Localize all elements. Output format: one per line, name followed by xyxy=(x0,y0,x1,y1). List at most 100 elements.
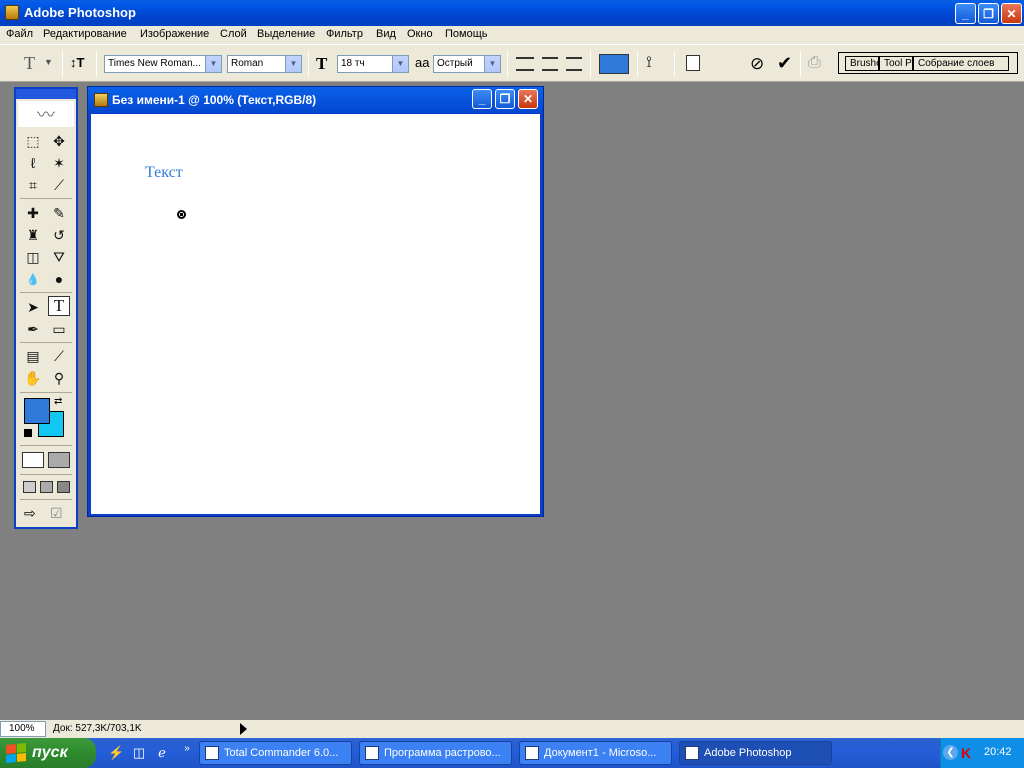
task-label: Программа растрово... xyxy=(384,747,501,759)
font-style-select[interactable]: Roman ▼ xyxy=(227,55,302,73)
slice-tool-icon[interactable]: ⟋ xyxy=(48,175,70,195)
brush-tool-icon[interactable]: ✎ xyxy=(48,203,70,223)
title-bar: Adobe Photoshop _ ❐ ✕ xyxy=(0,0,1024,26)
antialias-icon: aa xyxy=(415,55,430,70)
chevron-down-icon: ▼ xyxy=(285,56,301,72)
healing-brush-tool-icon[interactable]: ✚ xyxy=(22,203,44,223)
eraser-tool-icon[interactable]: ◫ xyxy=(22,247,44,267)
feather-logo-icon[interactable]: 〰 xyxy=(18,101,74,127)
crop-tool-icon[interactable]: ⌗ xyxy=(22,175,44,195)
menu-image[interactable]: Изображение xyxy=(140,28,209,40)
edit-in-imageready-icon[interactable]: ☑ xyxy=(50,505,63,522)
zoom-tool-icon[interactable]: ⚲ xyxy=(48,368,70,388)
type-tool-preset-icon[interactable]: T xyxy=(24,53,35,74)
task-total-commander[interactable]: Total Commander 6.0... xyxy=(199,741,352,765)
swap-colors-icon[interactable]: ⇄ xyxy=(54,396,62,407)
menu-view[interactable]: Вид xyxy=(376,28,396,40)
lasso-tool-icon[interactable]: ℓ xyxy=(22,153,44,173)
cancel-icon[interactable]: ⊘ xyxy=(750,54,764,74)
separator xyxy=(96,51,97,77)
warp-text-icon[interactable]: ⟟ xyxy=(646,54,652,72)
start-button[interactable]: пуск xyxy=(0,738,96,768)
paint-bucket-tool-icon[interactable]: ⛛ xyxy=(48,247,70,267)
document-icon[interactable] xyxy=(94,93,108,107)
hand-tool-icon[interactable]: ✋ xyxy=(22,368,44,388)
minimize-button[interactable]: _ xyxy=(955,3,976,24)
show-hidden-icons-icon[interactable]: ❮ xyxy=(943,745,958,760)
menu-file[interactable]: Файл xyxy=(6,28,33,40)
canvas-text-layer[interactable]: Текст xyxy=(145,164,183,182)
blur-tool-icon[interactable]: 💧 xyxy=(22,269,44,289)
palettes-icon[interactable] xyxy=(686,55,700,71)
full-screen-menu-mode-icon[interactable] xyxy=(40,481,53,493)
standard-screen-mode-icon[interactable] xyxy=(23,481,36,493)
zoom-level-field[interactable]: 100% xyxy=(0,721,46,737)
text-orientation-icon[interactable]: ↕T xyxy=(70,55,84,70)
palette-tab-layer-comps[interactable]: Собрание слоев xyxy=(913,56,1009,71)
quicklaunch-icon[interactable]: ⚡ xyxy=(108,745,124,761)
jump-to-imageready-icon[interactable]: ⇨ xyxy=(24,505,36,522)
pen-tool-icon[interactable]: ✒ xyxy=(22,319,44,339)
move-tool-icon[interactable]: ✥ xyxy=(48,131,70,151)
separator xyxy=(674,51,675,77)
doc-minimize-button[interactable]: _ xyxy=(472,89,492,109)
menu-layer[interactable]: Слой xyxy=(220,28,247,40)
separator xyxy=(507,51,508,77)
type-tool-icon[interactable]: T xyxy=(48,296,70,316)
full-screen-mode-icon[interactable] xyxy=(57,481,70,493)
task-label: Adobe Photoshop xyxy=(704,747,792,759)
foreground-color-swatch[interactable] xyxy=(24,398,50,424)
show-desktop-icon[interactable]: ◫ xyxy=(131,745,147,761)
document-title-bar[interactable]: Без имени-1 @ 100% (Текст,RGB/8) _ ❐ ✕ xyxy=(88,87,543,113)
standard-mode-icon[interactable] xyxy=(22,452,44,468)
doc-maximize-button[interactable]: ❐ xyxy=(495,89,515,109)
dodge-tool-icon[interactable]: ● xyxy=(48,269,70,289)
font-size-select[interactable]: 18 тч ▼ xyxy=(337,55,409,73)
toolbox-divider xyxy=(20,445,72,446)
notes-tool-icon[interactable]: ▤ xyxy=(22,346,44,366)
path-selection-tool-icon[interactable]: ➤ xyxy=(22,297,44,317)
internet-explorer-icon[interactable]: ℯ xyxy=(154,745,170,761)
antialias-select[interactable]: Острый ▼ xyxy=(433,55,501,73)
align-left-icon[interactable] xyxy=(516,57,534,71)
menu-window[interactable]: Окно xyxy=(407,28,433,40)
document-canvas[interactable]: Текст xyxy=(91,114,540,514)
palette-tab-tool-presets[interactable]: Tool Presets xyxy=(879,56,913,71)
clone-stamp-tool-icon[interactable]: ♜ xyxy=(22,225,44,245)
toolbox-divider xyxy=(20,499,72,500)
align-center-icon[interactable] xyxy=(542,57,558,71)
photoshop-app-icon[interactable] xyxy=(5,5,19,20)
status-menu-arrow-icon[interactable] xyxy=(240,723,247,735)
preset-dropdown-icon[interactable]: ▼ xyxy=(44,57,53,67)
text-color-swatch[interactable] xyxy=(599,54,629,74)
marquee-tool-icon[interactable]: ⬚ xyxy=(22,131,44,151)
quicklaunch-more-icon[interactable]: » xyxy=(179,741,195,757)
maximize-button[interactable]: ❐ xyxy=(978,3,999,24)
file-browser-icon[interactable]: ⎙ xyxy=(808,54,821,72)
close-button[interactable]: ✕ xyxy=(1001,3,1022,24)
quick-mask-mode-icon[interactable] xyxy=(48,452,70,468)
separator xyxy=(308,51,309,77)
doc-close-button[interactable]: ✕ xyxy=(518,89,538,109)
default-colors-icon[interactable] xyxy=(24,429,32,437)
taskbar: пуск ⚡ ◫ ℯ » Total Commander 6.0... Прог… xyxy=(0,738,1024,768)
palette-tab-brushes[interactable]: Brushes xyxy=(845,56,879,71)
menu-help[interactable]: Помощь xyxy=(445,28,488,40)
eyedropper-tool-icon[interactable]: ⟋ xyxy=(48,346,70,366)
commit-icon[interactable]: ✔ xyxy=(777,53,792,74)
task-adobe-photoshop[interactable]: Adobe Photoshop xyxy=(679,741,832,765)
task-raster-program[interactable]: Программа растрово... xyxy=(359,741,512,765)
magic-wand-tool-icon[interactable]: ✶ xyxy=(48,153,70,173)
menu-select[interactable]: Выделение xyxy=(257,28,315,40)
toolbox-header[interactable] xyxy=(16,89,76,99)
align-right-icon[interactable] xyxy=(566,57,582,71)
font-family-select[interactable]: Times New Roman... ▼ xyxy=(104,55,222,73)
task-word-document[interactable]: Документ1 - Microso... xyxy=(519,741,672,765)
menu-edit[interactable]: Редактирование xyxy=(43,28,127,40)
separator xyxy=(800,51,801,77)
menu-filter[interactable]: Фильтр xyxy=(326,28,363,40)
shape-tool-icon[interactable]: ▭ xyxy=(48,319,70,339)
kaspersky-icon[interactable]: K xyxy=(961,745,975,761)
history-brush-tool-icon[interactable]: ↺ xyxy=(48,225,70,245)
clock[interactable]: 20:42 xyxy=(984,746,1012,758)
